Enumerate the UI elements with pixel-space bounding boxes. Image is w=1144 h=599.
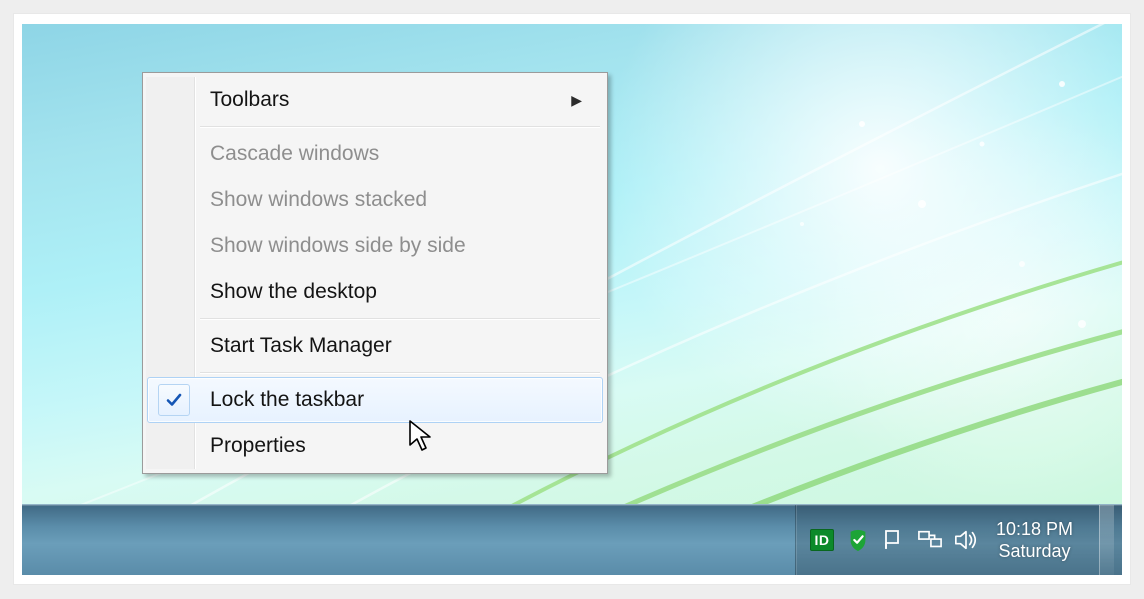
menu-separator [200,126,600,128]
submenu-arrow-icon: ▶ [571,92,582,109]
menu-item-label: Show windows stacked [210,188,427,212]
menu-item-show-windows-stacked: Show windows stacked [147,177,603,223]
show-desktop-button[interactable] [1099,505,1114,575]
clock-time: 10:18 PM [996,518,1073,541]
tray-network-icon[interactable] [918,528,942,552]
tray-volume-icon[interactable] [954,528,978,552]
menu-item-lock-the-taskbar[interactable]: Lock the taskbar [147,377,603,423]
menu-separator [200,372,600,374]
menu-separator [200,318,600,320]
id-badge-label: ID [810,529,834,551]
clock-day: Saturday [996,540,1073,563]
menu-item-properties[interactable]: Properties [147,423,603,469]
checkmark-icon [158,384,190,416]
menu-item-cascade-windows: Cascade windows [147,131,603,177]
tray-security-icon[interactable] [846,528,870,552]
tray-id-icon[interactable]: ID [810,528,834,552]
menu-item-label: Properties [210,434,306,458]
menu-item-toolbars[interactable]: Toolbars ▶ [147,77,603,123]
menu-item-show-the-desktop[interactable]: Show the desktop [147,269,603,315]
tray-action-center-icon[interactable] [882,528,906,552]
menu-item-label: Lock the taskbar [210,388,364,412]
taskbar[interactable]: ID [22,504,1122,575]
menu-item-show-windows-side-by-side: Show windows side by side [147,223,603,269]
system-tray: ID [795,505,1122,575]
screenshot-frame: Toolbars ▶ Cascade windows Show windows … [14,14,1130,584]
menu-item-label: Cascade windows [210,142,379,166]
context-menu-list: Toolbars ▶ Cascade windows Show windows … [146,77,604,469]
menu-item-label: Show the desktop [210,280,377,304]
menu-item-label: Start Task Manager [210,334,392,358]
menu-item-start-task-manager[interactable]: Start Task Manager [147,323,603,369]
menu-item-label: Show windows side by side [210,234,466,258]
tray-clock[interactable]: 10:18 PM Saturday [990,518,1083,563]
taskbar-context-menu: Toolbars ▶ Cascade windows Show windows … [142,72,608,474]
menu-item-label: Toolbars [210,88,289,112]
